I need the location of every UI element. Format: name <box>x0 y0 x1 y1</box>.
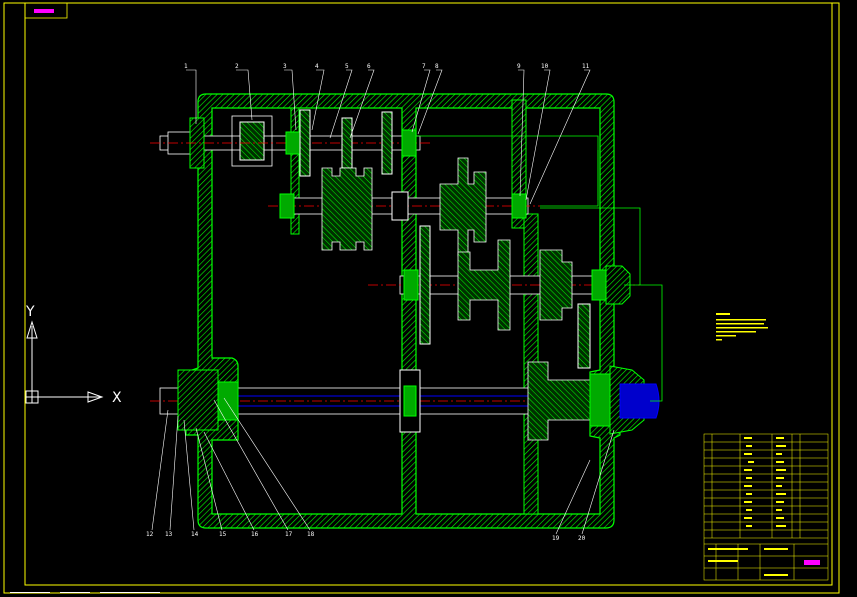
part-number-16: 16 <box>251 531 259 538</box>
part-number-10: 10 <box>541 63 549 70</box>
ucs-icon <box>25 320 104 404</box>
input-shaft <box>150 109 430 177</box>
part-number-9: 9 <box>517 63 521 70</box>
technical-notes-block <box>716 313 768 341</box>
drawing-code-marker <box>34 9 54 13</box>
part-number-5: 5 <box>345 63 349 70</box>
part-number-3: 3 <box>283 63 287 70</box>
part-number-14: 14 <box>191 531 199 538</box>
part-number-12: 12 <box>146 531 154 538</box>
part-number-17: 17 <box>285 531 293 538</box>
title-block-marker <box>804 560 820 565</box>
part-number-7: 7 <box>422 63 426 70</box>
part-number-1: 1 <box>184 63 188 70</box>
status-fragment <box>10 592 160 593</box>
part-number-20: 20 <box>578 535 586 542</box>
part-number-18: 18 <box>307 531 315 538</box>
part-number-6: 6 <box>367 63 371 70</box>
part-number-13: 13 <box>165 531 173 538</box>
part-number-15: 15 <box>219 531 227 538</box>
part-number-2: 2 <box>235 63 239 70</box>
axis-label-x: X <box>112 390 122 406</box>
part-number-4: 4 <box>315 63 319 70</box>
part-number-19: 19 <box>552 535 560 542</box>
axis-label-y: Y <box>25 304 35 320</box>
title-block <box>703 433 829 581</box>
cad-drawing-canvas: 1 2 3 4 5 6 7 8 9 10 11 12 13 14 15 16 1… <box>3 2 840 594</box>
part-number-11: 11 <box>582 63 590 70</box>
part-number-8: 8 <box>435 63 439 70</box>
